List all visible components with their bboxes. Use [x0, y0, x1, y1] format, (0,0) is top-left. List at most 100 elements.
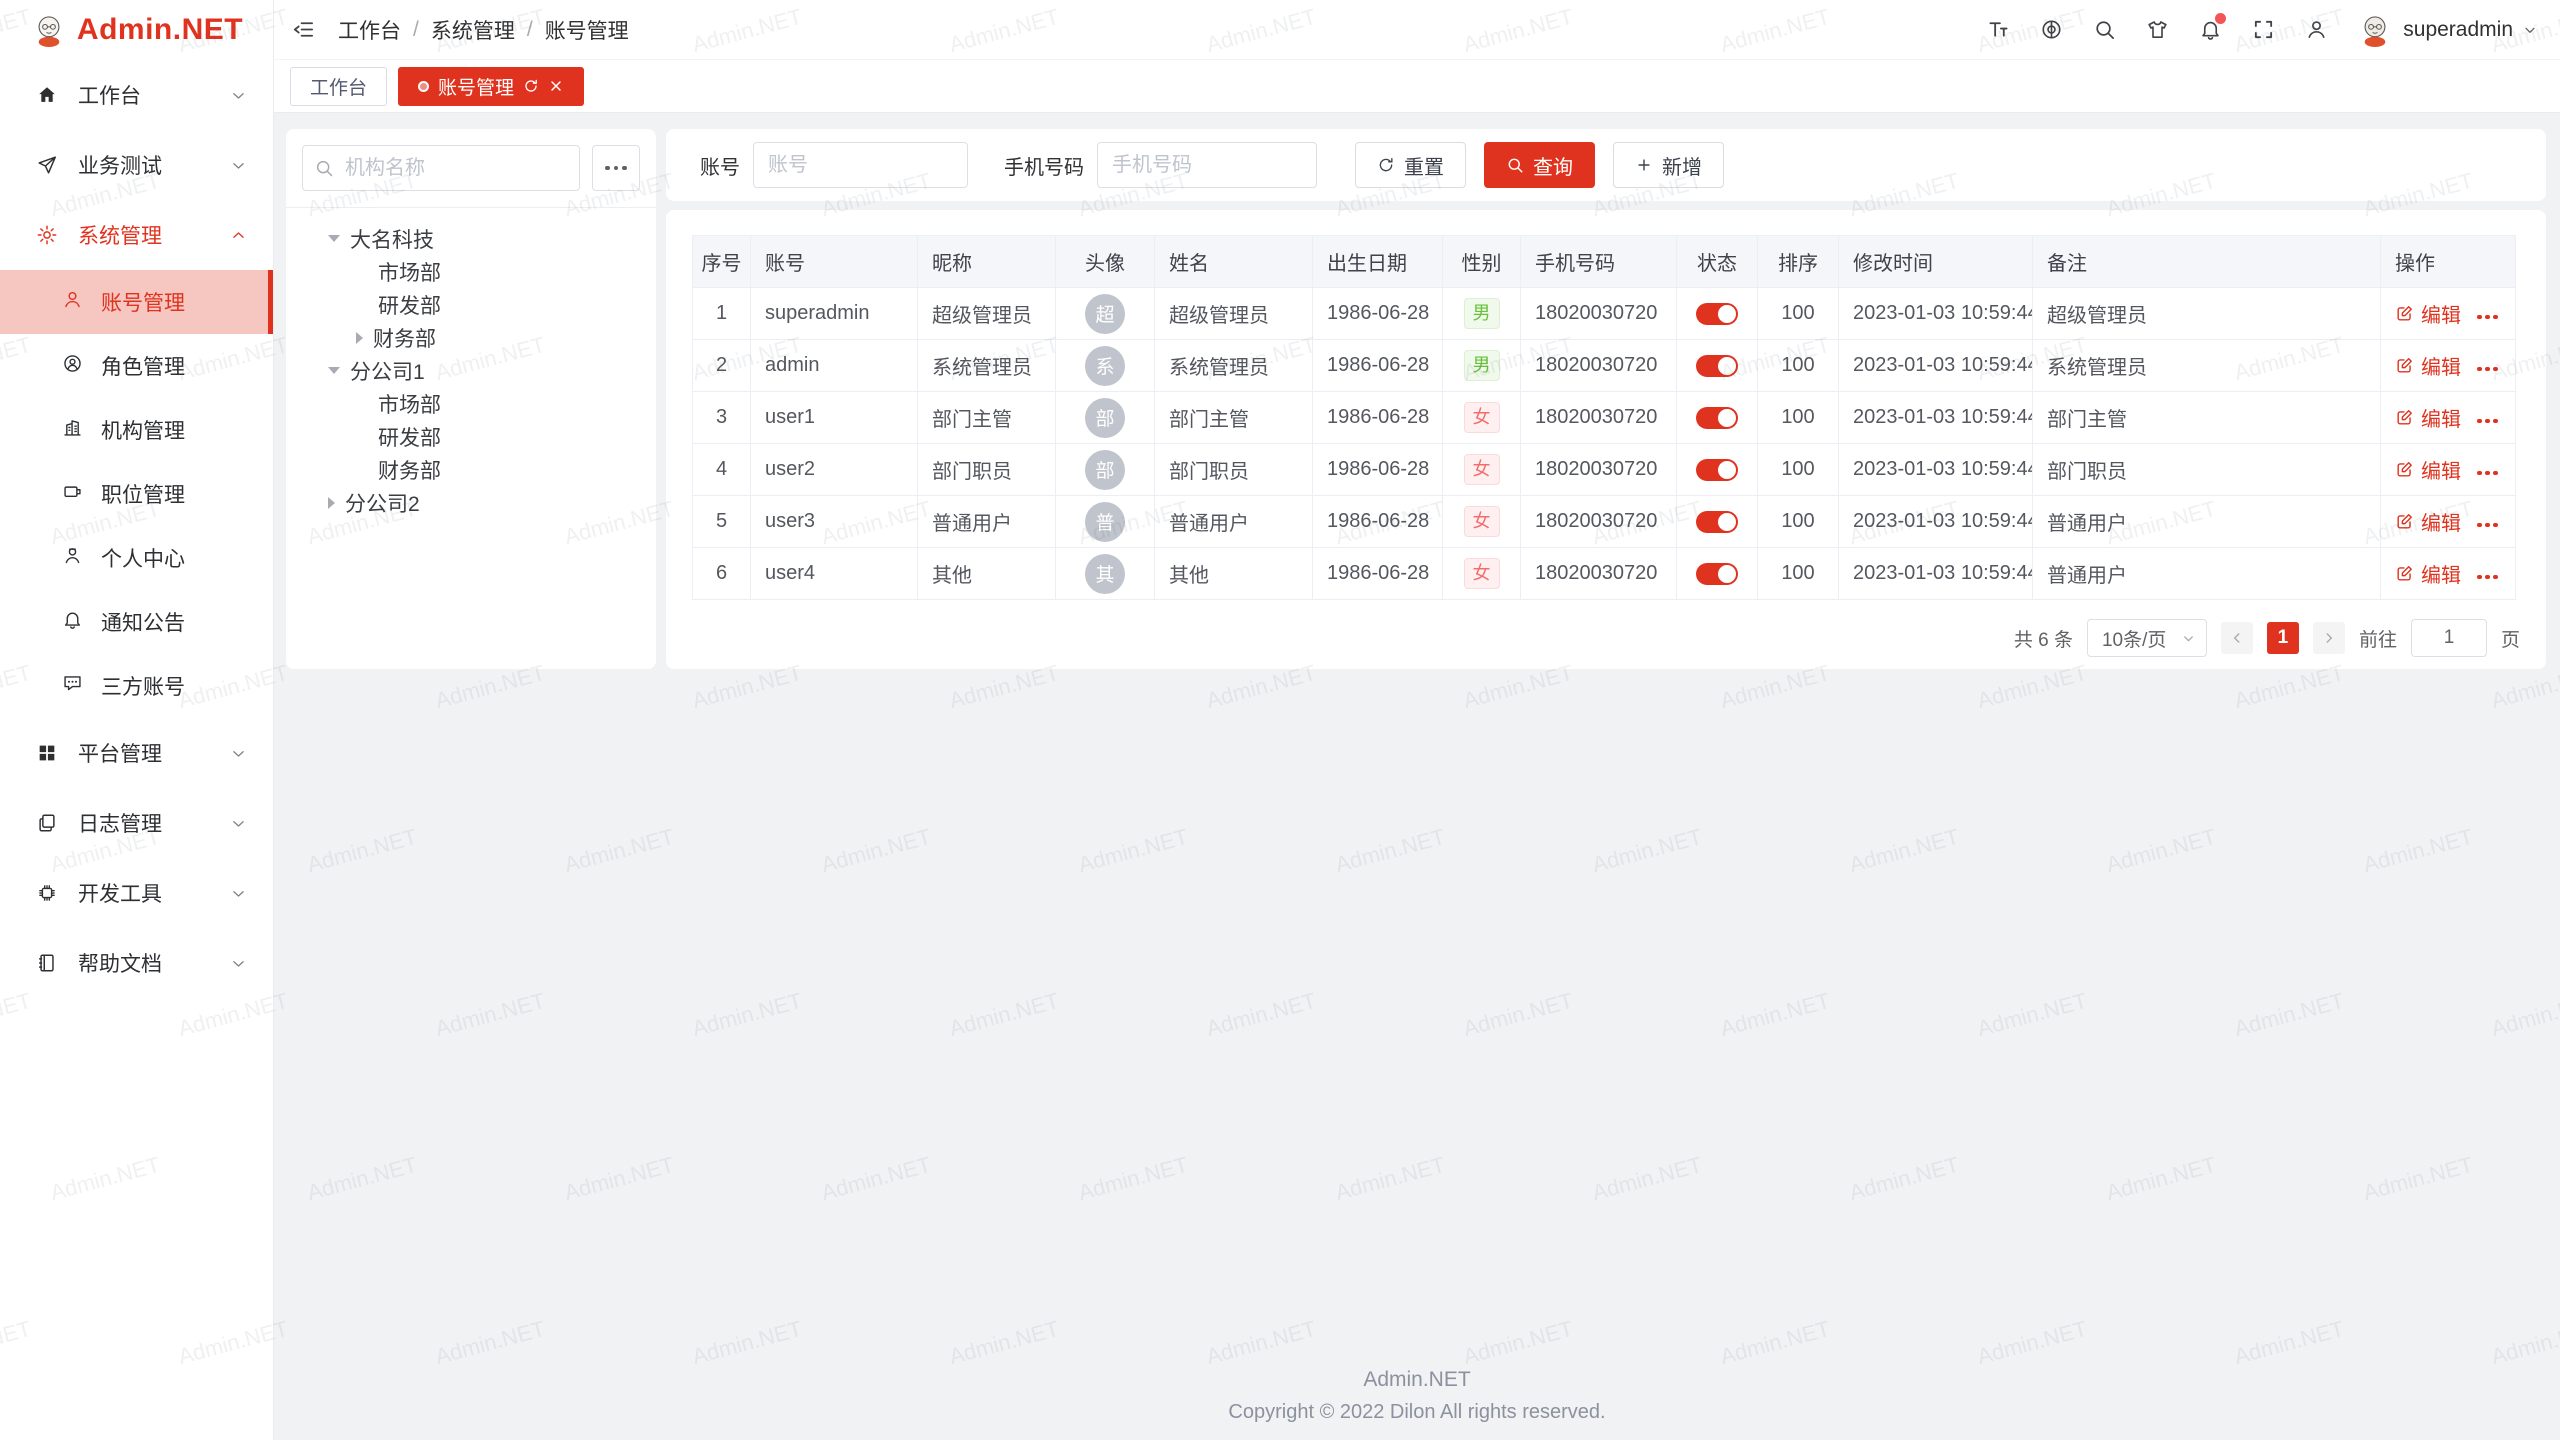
sidebar-item-notice[interactable]: 通知公告: [0, 590, 273, 654]
more-actions-button[interactable]: [2477, 419, 2498, 424]
caret-right-icon[interactable]: [328, 497, 335, 509]
prev-page-button[interactable]: [2221, 622, 2253, 654]
tree-node[interactable]: 财务部: [302, 321, 640, 354]
cell-phone: 18020030720: [1521, 340, 1677, 392]
edit-button[interactable]: 编辑: [2395, 299, 2461, 328]
reset-button[interactable]: 重置: [1355, 142, 1466, 188]
status-toggle[interactable]: [1696, 355, 1738, 377]
tree-node-label: 财务部: [373, 323, 436, 353]
breadcrumb-item[interactable]: 工作台: [338, 15, 401, 45]
sidebar-item-org-mgmt[interactable]: 机构管理: [0, 398, 273, 462]
status-toggle[interactable]: [1696, 303, 1738, 325]
sidebar-item-account-mgmt[interactable]: 账号管理: [0, 270, 273, 334]
page-size-select[interactable]: 10条/页: [2087, 619, 2207, 657]
pagination: 共 6 条 10条/页 1 前往 页: [692, 607, 2520, 669]
tree-node[interactable]: 大名科技: [302, 222, 640, 255]
tab-account-mgmt[interactable]: 账号管理: [398, 67, 584, 106]
caret-down-icon[interactable]: [328, 235, 340, 242]
building-icon: [62, 417, 83, 443]
content-area: 大名科技市场部研发部财务部分公司1市场部研发部财务部分公司2 账号 手机号码 重…: [274, 114, 2560, 1440]
cell-status: [1677, 548, 1758, 600]
sidebar-item-system-mgmt[interactable]: 系统管理: [0, 200, 273, 270]
sidebar-item-dev-tools[interactable]: 开发工具: [0, 858, 273, 928]
cell-remark: 部门职员: [2033, 444, 2381, 496]
more-actions-button[interactable]: [2477, 575, 2498, 580]
tree-node[interactable]: 研发部: [302, 420, 640, 453]
search-button[interactable]: 查询: [1484, 142, 1595, 188]
status-toggle[interactable]: [1696, 459, 1738, 481]
status-toggle[interactable]: [1696, 563, 1738, 585]
account-input[interactable]: [753, 142, 968, 188]
cell-avatar: 部: [1056, 444, 1155, 496]
org-more-button[interactable]: [592, 145, 640, 191]
goto-label: 前往: [2359, 625, 2397, 652]
cell-avatar: 普: [1056, 496, 1155, 548]
tab-workbench[interactable]: 工作台: [290, 67, 387, 106]
tree-node[interactable]: 市场部: [302, 387, 640, 420]
cell-birth: 1986-06-28: [1313, 496, 1443, 548]
more-actions-button[interactable]: [2477, 367, 2498, 372]
cell-phone: 18020030720: [1521, 392, 1677, 444]
tree-node[interactable]: 市场部: [302, 255, 640, 288]
edit-button[interactable]: 编辑: [2395, 403, 2461, 432]
org-search-input[interactable]: [302, 145, 580, 191]
goto-page-input[interactable]: [2411, 619, 2487, 657]
language-icon[interactable]: [2038, 17, 2064, 43]
status-toggle[interactable]: [1696, 407, 1738, 429]
search-icon[interactable]: [2091, 17, 2117, 43]
next-page-button[interactable]: [2313, 622, 2345, 654]
edit-icon: [2395, 460, 2414, 479]
menu-fold-icon[interactable]: [290, 17, 316, 43]
tab-bar: 工作台 账号管理: [274, 60, 2560, 113]
cell-status: [1677, 392, 1758, 444]
tree-node[interactable]: 分公司1: [302, 354, 640, 387]
cell-name: 部门主管: [1155, 392, 1313, 444]
breadcrumb-item[interactable]: 系统管理: [431, 15, 515, 45]
user-menu[interactable]: superadmin: [2356, 11, 2538, 49]
app-logo[interactable]: Admin.NET: [0, 0, 273, 60]
fullscreen-icon[interactable]: [2250, 17, 2276, 43]
more-actions-button[interactable]: [2477, 471, 2498, 476]
edit-button[interactable]: 编辑: [2395, 351, 2461, 380]
sidebar-item-profile-center[interactable]: 个人中心: [0, 526, 273, 590]
edit-button[interactable]: 编辑: [2395, 455, 2461, 484]
more-actions-button[interactable]: [2477, 523, 2498, 528]
user-outline-icon[interactable]: [2303, 17, 2329, 43]
add-button[interactable]: 新增: [1613, 142, 1724, 188]
phone-input[interactable]: [1097, 142, 1317, 188]
edit-button[interactable]: 编辑: [2395, 559, 2461, 588]
page-number-button[interactable]: 1: [2267, 622, 2299, 654]
sidebar-item-business-test[interactable]: 业务测试: [0, 130, 273, 200]
sidebar-item-log-mgmt[interactable]: 日志管理: [0, 788, 273, 858]
notification-bell-icon[interactable]: [2197, 17, 2223, 43]
sidebar-item-role-mgmt[interactable]: 角色管理: [0, 334, 273, 398]
sidebar-item-label: 开发工具: [78, 878, 162, 908]
documents-icon: [36, 811, 60, 835]
caret-down-icon[interactable]: [328, 367, 340, 374]
refresh-icon[interactable]: [523, 78, 539, 94]
close-icon[interactable]: [548, 78, 564, 94]
avatar: 普: [1085, 502, 1125, 542]
sidebar-item-position-mgmt[interactable]: 职位管理: [0, 462, 273, 526]
sidebar-item-label: 日志管理: [78, 808, 162, 838]
more-actions-button[interactable]: [2477, 315, 2498, 320]
cell-nickname: 超级管理员: [918, 288, 1056, 340]
table-row: 2admin系统管理员系系统管理员1986-06-28男180200307201…: [693, 340, 2516, 392]
sidebar-item-label: 三方账号: [101, 671, 185, 701]
sidebar-item-platform-mgmt[interactable]: 平台管理: [0, 718, 273, 788]
breadcrumb-item[interactable]: 账号管理: [545, 15, 629, 45]
sidebar-item-help-docs[interactable]: 帮助文档: [0, 928, 273, 998]
chat-icon: [62, 673, 83, 699]
theme-icon[interactable]: [2144, 17, 2170, 43]
sidebar-item-third-party-account[interactable]: 三方账号: [0, 654, 273, 718]
sidebar-item-workbench[interactable]: 工作台: [0, 60, 273, 130]
edit-button[interactable]: 编辑: [2395, 507, 2461, 536]
cell-action: 编辑: [2381, 392, 2516, 444]
font-size-icon[interactable]: [1985, 17, 2011, 43]
tree-node[interactable]: 研发部: [302, 288, 640, 321]
status-toggle[interactable]: [1696, 511, 1738, 533]
tree-node[interactable]: 分公司2: [302, 486, 640, 519]
tree-node[interactable]: 财务部: [302, 453, 640, 486]
chevron-down-icon: [230, 955, 247, 972]
caret-right-icon[interactable]: [356, 332, 363, 344]
